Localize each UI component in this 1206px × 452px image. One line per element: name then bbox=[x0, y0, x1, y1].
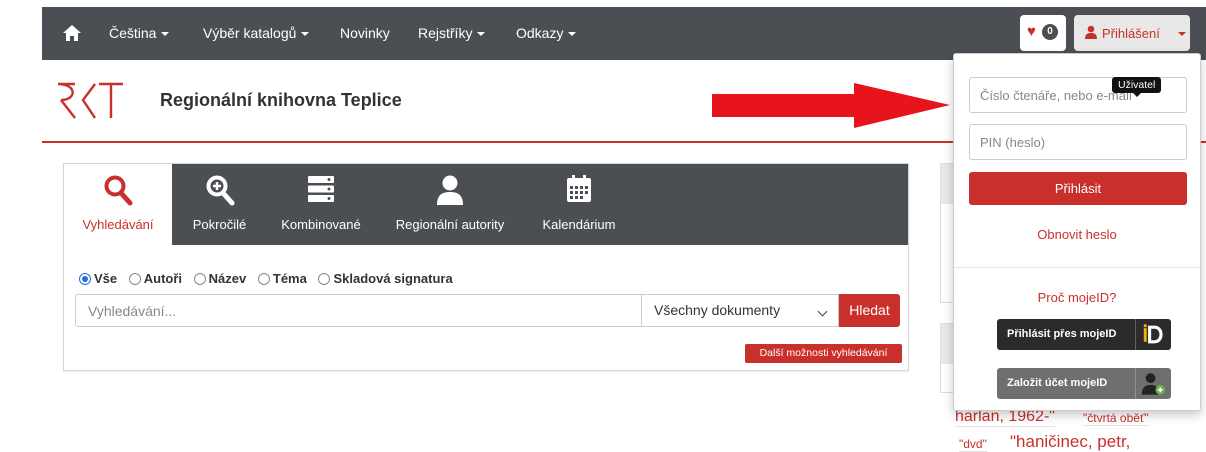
mojeid-create-label: Založit účet mojeID bbox=[1007, 377, 1108, 389]
mojeid-login-button[interactable]: Přihlásit přes mojeID bbox=[997, 319, 1171, 350]
tag-link[interactable]: "dvd" bbox=[959, 437, 987, 452]
username-tooltip: Uživatel bbox=[1112, 77, 1162, 97]
radio-subject[interactable]: Téma bbox=[257, 271, 307, 286]
login-submit-button[interactable]: Přihlásit bbox=[969, 172, 1187, 205]
document-type-value: Všechny dokumenty bbox=[654, 302, 781, 318]
caret-down-icon bbox=[568, 32, 577, 37]
red-arrow-annotation bbox=[712, 83, 950, 128]
home-icon[interactable] bbox=[62, 24, 82, 42]
radio-all[interactable]: Vše bbox=[79, 271, 117, 286]
search-input[interactable] bbox=[75, 294, 642, 327]
nav-item-language[interactable]: Čeština bbox=[109, 25, 170, 41]
search-filter-radios: Vše Autoři Název Téma Skladová signatura bbox=[79, 271, 461, 286]
page: Čeština Výběr katalogů Novinky Rejstříky… bbox=[0, 0, 1206, 452]
radio-title[interactable]: Název bbox=[193, 271, 246, 286]
favorites-button[interactable]: ♥ 0 bbox=[1020, 15, 1066, 51]
mojeid-login-label: Přihlásit přes mojeID bbox=[1007, 328, 1117, 340]
reset-password-link[interactable]: Obnovit heslo bbox=[954, 227, 1200, 242]
tab-calendar[interactable]: Kalendárium bbox=[525, 164, 633, 245]
tab-regional-authorities[interactable]: Regionální autority bbox=[375, 164, 525, 245]
document-type-select[interactable]: Všechny dokumenty bbox=[642, 294, 839, 327]
mojeid-logo-icon bbox=[1135, 319, 1163, 350]
heart-icon: ♥ bbox=[1027, 23, 1036, 40]
tab-label: Regionální autority bbox=[395, 217, 505, 232]
nav-item-links[interactable]: Odkazy bbox=[516, 25, 577, 41]
more-search-options-button[interactable]: Další možnosti vyhledávání bbox=[745, 344, 902, 363]
tab-search[interactable]: Vyhledávání bbox=[64, 164, 172, 245]
search-icon bbox=[104, 175, 133, 206]
library-name: Regionální knihovna Teplice bbox=[160, 90, 402, 110]
radio-shelfmark[interactable]: Skladová signatura bbox=[318, 271, 453, 286]
tab-combined[interactable]: Kombinované bbox=[267, 164, 375, 245]
tag-link[interactable]: "haničinec, petr, bbox=[1010, 432, 1130, 452]
tab-label: Pokročilé bbox=[192, 217, 247, 232]
stack-icon bbox=[308, 176, 334, 202]
nav-item-indexes[interactable]: Rejstříky bbox=[418, 25, 486, 41]
search-panel: Vyhledávání Pokročilé Kombinované Region… bbox=[63, 163, 909, 371]
caret-down-icon bbox=[1178, 32, 1186, 36]
nav-item-catalogs[interactable]: Výběr katalogů bbox=[203, 25, 310, 41]
radio-authors[interactable]: Autoři bbox=[128, 271, 182, 286]
rkt-logo[interactable] bbox=[55, 78, 125, 122]
dropdown-divider bbox=[954, 267, 1200, 268]
login-dropdown: Uživatel Přihlásit Obnovit heslo Proč mo… bbox=[953, 53, 1201, 411]
zoom-in-icon bbox=[206, 175, 234, 206]
add-user-icon bbox=[1135, 368, 1166, 399]
caret-down-icon bbox=[161, 32, 170, 37]
caret-down-icon bbox=[301, 32, 310, 37]
user-icon bbox=[1085, 25, 1097, 39]
login-button[interactable]: Přihlášení bbox=[1074, 15, 1190, 51]
tab-advanced[interactable]: Pokročilé bbox=[172, 164, 267, 245]
pin-input[interactable] bbox=[969, 124, 1187, 160]
mojeid-create-account-button[interactable]: Založit účet mojeID bbox=[997, 368, 1171, 399]
tab-label: Vyhledávání bbox=[82, 217, 154, 232]
chevron-down-icon bbox=[817, 306, 828, 317]
search-tabs: Vyhledávání Pokročilé Kombinované Region… bbox=[64, 164, 908, 245]
tag-cloud: harlan, 1962-" "čtvrtá oběť" "dvd" "hani… bbox=[955, 405, 1206, 452]
tab-label: Kalendárium bbox=[542, 217, 616, 232]
favorites-count-badge: 0 bbox=[1042, 24, 1058, 40]
tab-label: Kombinované bbox=[281, 217, 361, 232]
search-button[interactable]: Hledat bbox=[839, 294, 900, 327]
login-button-label: Přihlášení bbox=[1102, 26, 1160, 41]
nav-item-news[interactable]: Novinky bbox=[340, 25, 390, 41]
tag-link[interactable]: "čtvrtá oběť" bbox=[1083, 411, 1149, 426]
person-icon bbox=[437, 175, 463, 205]
why-mojeid-link[interactable]: Proč mojeID? bbox=[954, 290, 1200, 305]
caret-down-icon bbox=[477, 32, 486, 37]
calendar-icon bbox=[567, 175, 591, 202]
